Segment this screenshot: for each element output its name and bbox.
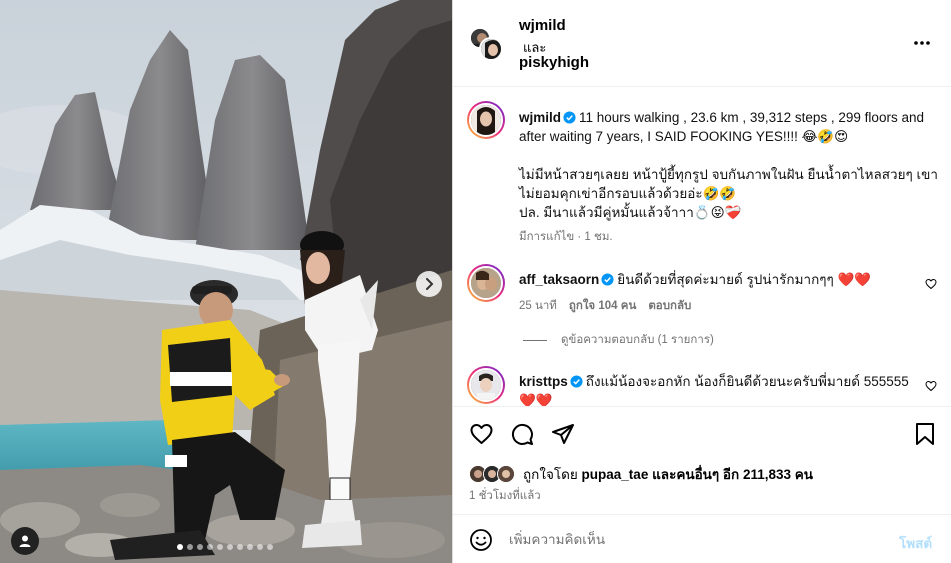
header-username-2[interactable]: piskyhigh — [519, 54, 589, 71]
verified-badge-icon — [570, 375, 583, 388]
comment-avatar[interactable] — [467, 366, 505, 404]
comment-username[interactable]: kristtps — [519, 374, 568, 389]
comment-input[interactable] — [509, 527, 879, 551]
heart-icon[interactable] — [925, 278, 937, 290]
carousel-dot — [227, 544, 233, 550]
header-username-1[interactable]: wjmild — [519, 17, 566, 34]
comment-meta: 25 นาที ถูกใจ 104 คน ตอบกลับ — [519, 297, 914, 316]
comment-likes[interactable]: ถูกใจ 104 คน — [569, 297, 636, 316]
emoji-icon — [470, 529, 492, 551]
save-button[interactable] — [914, 422, 936, 451]
proposal-photo-image — [0, 0, 452, 563]
carousel-dot — [177, 544, 183, 550]
carousel-dot — [207, 544, 213, 550]
share-icon — [552, 424, 574, 444]
carousel-dot — [217, 544, 223, 550]
post-header: wjmild และ piskyhigh — [453, 0, 951, 87]
divider-line — [523, 339, 547, 341]
more-icon — [914, 41, 930, 45]
tagged-users-button[interactable] — [11, 527, 39, 555]
comment-time[interactable]: 25 นาที — [519, 297, 557, 316]
reply-button[interactable]: ตอบกลับ — [648, 297, 691, 316]
chevron-right-icon — [426, 278, 434, 290]
caption-meta: มีการแก้ไข · 1 ชม. — [519, 231, 613, 243]
post-actions: ถูกใจโดย pupaa_tae และคนอื่นๆ อีก 211,83… — [453, 406, 951, 514]
caption-text-line3: ปล. มีนาแล้วมีคู่หมั้นแล้วจ้าาา💍😝❤️‍🩹 — [519, 205, 742, 220]
post-photo[interactable] — [0, 0, 452, 563]
verified-badge-icon — [563, 111, 576, 124]
view-replies-button[interactable]: ดูข้อความตอบกลับ (1 รายการ) — [523, 331, 714, 349]
liker-username[interactable]: pupaa_tae — [582, 467, 649, 482]
comment-body: kristtps ถึงแม้น้องจะอกหัก น้องก็ยินดีด้ว… — [519, 372, 914, 406]
like-button[interactable] — [469, 422, 494, 451]
more-options-button[interactable] — [913, 33, 931, 51]
caption-text-line2: ไม่มีหน้าสวยๆเลยย หน้าปู้ยี้ทุกรูป จบกัน… — [519, 167, 938, 201]
caption-avatar[interactable] — [467, 101, 505, 139]
comment-username[interactable]: aff_taksaorn — [519, 272, 599, 287]
comment-avatar[interactable] — [467, 264, 505, 302]
carousel-dot — [197, 544, 203, 550]
next-photo-button[interactable] — [416, 271, 442, 297]
heart-icon — [470, 424, 493, 444]
carousel-indicator — [177, 544, 273, 550]
liker-avatars — [469, 465, 519, 483]
emoji-button[interactable] — [469, 528, 493, 557]
comment-icon — [511, 423, 533, 445]
post-caption: wjmild 11 hours walking , 23.6 km , 39,31… — [519, 108, 939, 247]
post-detail-panel: wjmild และ piskyhigh wjmild 11 hours walk… — [452, 0, 951, 563]
add-comment-bar: โพสต์ — [453, 514, 951, 563]
post-timestamp[interactable]: 1 ชั่วโมงที่แล้ว — [469, 487, 541, 505]
likes-prefix: ถูกใจโดย — [523, 467, 578, 482]
comments-feed[interactable]: wjmild 11 hours walking , 23.6 km , 39,31… — [453, 88, 951, 406]
carousel-dot — [247, 544, 253, 550]
comment-body: aff_taksaorn ยินดีด้วยที่สุดค่ะมายด์ รูปน… — [519, 270, 914, 316]
collab-avatars[interactable] — [469, 27, 503, 63]
carousel-dot — [257, 544, 263, 550]
post-comment-button[interactable]: โพสต์ — [899, 532, 932, 554]
carousel-dot — [267, 544, 273, 550]
comment-text: ยินดีด้วยที่สุดค่ะมายด์ รูปน่ารักมากๆๆ ❤… — [617, 272, 872, 287]
avatar[interactable] — [479, 37, 503, 61]
carousel-dot — [237, 544, 243, 550]
caption-username[interactable]: wjmild — [519, 110, 561, 125]
likes-count[interactable]: และคนอื่นๆ อีก 211,833 คน — [652, 463, 813, 485]
bookmark-icon — [916, 423, 934, 445]
caption-text-line1: 11 hours walking , 23.6 km , 39,312 step… — [519, 110, 924, 144]
avatar — [497, 465, 515, 483]
carousel-dot — [187, 544, 193, 550]
user-tag-icon — [19, 535, 31, 547]
comment-button[interactable] — [510, 422, 534, 451]
likes-summary: ถูกใจโดย pupaa_tae และคนอื่นๆ อีก 211,83… — [469, 463, 813, 485]
heart-icon[interactable] — [925, 380, 937, 392]
view-replies-label: ดูข้อความตอบกลับ (1 รายการ) — [561, 334, 714, 346]
verified-badge-icon — [601, 273, 614, 286]
share-button[interactable] — [551, 422, 575, 451]
